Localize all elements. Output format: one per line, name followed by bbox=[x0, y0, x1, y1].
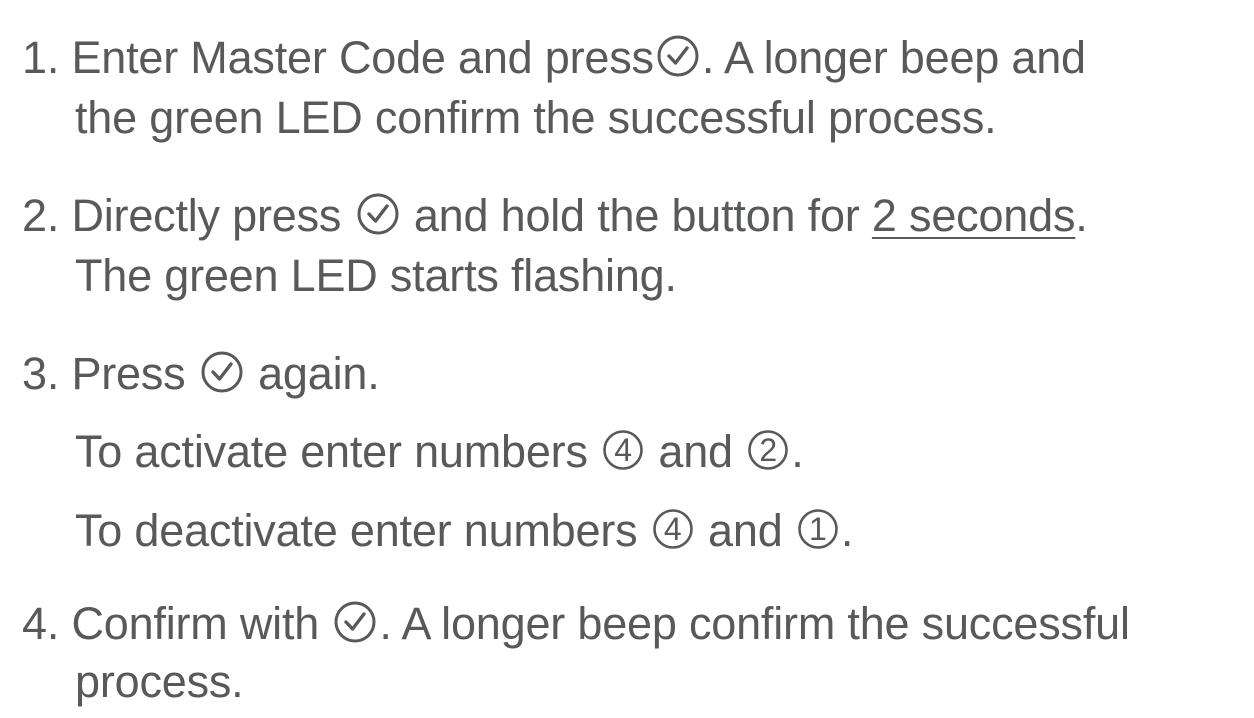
step-4-number: 4. bbox=[22, 598, 60, 649]
step-2-line-1: 2. Directly press and hold the button fo… bbox=[22, 188, 1088, 244]
step-1-text-b: . A longer beep and bbox=[701, 32, 1086, 83]
step-2-line-2: The green LED starts flashing. bbox=[75, 250, 677, 301]
step-3-text-a: Press bbox=[71, 348, 186, 399]
activate-and: and bbox=[658, 426, 733, 477]
step-3-line-1: 3. Press again. bbox=[22, 346, 380, 402]
circled-number-value: 4 bbox=[663, 511, 682, 547]
step-4-text-a: Confirm with bbox=[71, 598, 320, 649]
activate-end: . bbox=[791, 426, 804, 477]
step-2-duration: 2 seconds bbox=[871, 190, 1076, 241]
check-circle-icon bbox=[356, 192, 400, 236]
deactivate-and: and bbox=[708, 505, 783, 556]
step-3-activate-line: To activate enter numbers 4 and 2. bbox=[75, 424, 804, 480]
step-3-deactivate-line: To deactivate enter numbers 4 and 1. bbox=[75, 503, 853, 559]
circled-number-value: 4 bbox=[614, 432, 632, 468]
circled-number-value: 1 bbox=[809, 511, 827, 547]
step-3-text-b: again. bbox=[258, 348, 380, 399]
step-2-text-end: . bbox=[1075, 190, 1088, 241]
circled-number-4-icon: 4 bbox=[602, 428, 644, 472]
step-4-line-1: 4. Confirm with . A longer beep confirm … bbox=[22, 596, 1130, 652]
step-2-text-a: Directly press bbox=[71, 190, 342, 241]
circled-number-1-icon: 1 bbox=[797, 507, 839, 551]
check-circle-icon bbox=[333, 600, 377, 644]
step-4-line-2: process. bbox=[75, 656, 244, 707]
deactivate-text: To deactivate enter numbers bbox=[75, 505, 638, 556]
step-1-number: 1. bbox=[22, 32, 60, 83]
step-3-number: 3. bbox=[22, 348, 60, 399]
circled-number-value: 2 bbox=[759, 432, 777, 468]
check-circle-icon bbox=[656, 34, 700, 78]
circled-number-2-icon: 2 bbox=[747, 428, 789, 472]
step-1-line-2: the green LED confirm the successful pro… bbox=[75, 92, 997, 143]
circled-number-4-icon: 4 bbox=[652, 507, 694, 551]
check-circle-icon bbox=[200, 350, 244, 394]
deactivate-end: . bbox=[840, 505, 854, 556]
step-2-text-b: and hold the button for bbox=[413, 190, 860, 241]
activate-text: To activate enter numbers bbox=[75, 426, 588, 477]
step-2-number: 2. bbox=[22, 190, 60, 241]
step-4-text-b: . A longer beep confirm the successful bbox=[379, 598, 1130, 649]
step-1-line-1: 1. Enter Master Code and press . A longer… bbox=[22, 30, 1086, 86]
instruction-document: 1. Enter Master Code and press . A longer… bbox=[0, 0, 1254, 718]
step-1-text-a: Enter Master Code and press bbox=[71, 32, 654, 83]
